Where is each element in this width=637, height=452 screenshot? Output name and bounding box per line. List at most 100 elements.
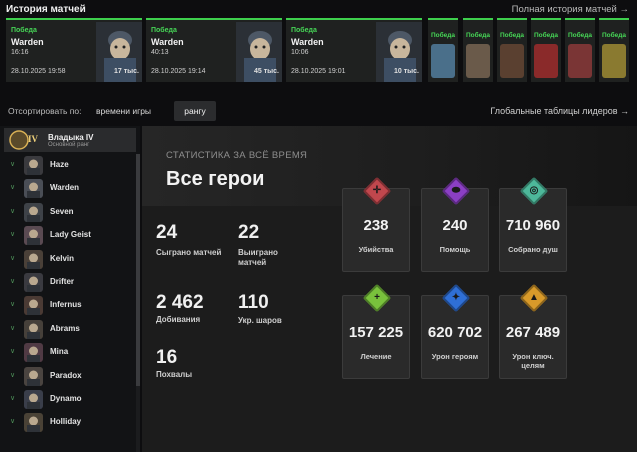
match-result: Победа [499,32,524,39]
chevron-down-icon[interactable]: ∨ [10,207,15,215]
hero-avatar [24,389,43,409]
stat-card-label: Собрано душ [508,245,558,254]
hero-avatar [24,156,43,175]
chevron-down-icon[interactable]: ∨ [10,394,15,402]
soul-icon: ◎ [529,185,539,196]
match-card[interactable]: Победа Warden 40:13 28.10.2025 19:14 45 … [146,18,282,82]
stat-label: Укр. шаров [238,316,282,325]
stat-card-label: Урон героям [431,352,479,361]
match-date: 28.10.2025 19:14 [151,68,206,75]
full-match-history-link[interactable]: Полная история матчей → [512,4,629,15]
chevron-down-icon[interactable]: ∨ [10,324,15,332]
match-card-small[interactable]: Победа [428,18,458,82]
hero-list: ∨ Haze ∨ Warden ∨ Seven ∨ Lady Geist ∨ Kelvin ∨ Dri… [0,154,140,435]
hero-list-item[interactable]: ∨ Abrams [0,318,140,341]
match-result: Победа [465,32,490,39]
hero-name: Dynamo [50,393,82,403]
stat-card-label: Урон ключ. целям [512,352,554,371]
match-duration: 40:13 [151,49,169,56]
hero-name: Seven [50,206,74,216]
hero-name: Paradox [50,370,82,380]
hero-list-item[interactable]: ∨ Warden [0,177,140,200]
global-leaderboards-link[interactable]: Глобальные таблицы лидеров → [490,106,629,116]
stat-card-value: 238 [363,217,389,234]
hero-avatar [24,296,43,316]
sort-by-rank-button[interactable]: рангу [174,101,216,121]
hero-avatar [24,226,43,246]
rank-name: Владыка IV [48,133,94,142]
match-result: Победа [430,32,455,39]
hero-list-scroll-thumb[interactable] [136,154,140,386]
crosshair-icon: ✛ [372,185,382,196]
sort-label: Отсортировать по: [8,106,82,116]
chevron-down-icon[interactable]: ∨ [10,277,15,285]
stat-card: +157 225 Лечение [342,283,410,379]
match-duration: 16:16 [11,49,29,56]
hero-name: Drifter [50,276,75,286]
hero-avatar [24,366,43,386]
chevron-down-icon[interactable]: ∨ [10,160,15,168]
stat-value: 22 [238,222,260,243]
hero-avatar [24,343,43,363]
sort-by-playtime-button[interactable]: времени игры [96,106,151,116]
stat-card-value: 157 225 [348,324,404,341]
match-card[interactable]: Победа Warden 10:06 28.10.2025 19:01 10 … [286,18,422,82]
handshake-icon: ⬬ [451,185,461,196]
hero-list-item[interactable]: ∨ Dynamo [0,388,140,411]
stat-card: ▲ 267 489 Урон ключ. целям [499,283,567,379]
match-date: 28.10.2025 19:58 [11,68,66,75]
match-card-small[interactable]: Победа [599,18,629,82]
chevron-down-icon[interactable]: ∨ [10,183,15,191]
stat-card-label: Убийства [358,245,394,254]
hero-name: Infernus [50,300,82,310]
match-souls: 10 тыс. [394,68,419,75]
match-result: Победа [291,27,317,34]
hero-list-item[interactable]: ∨ Lady Geist [0,224,140,247]
hero-portrait [534,44,558,78]
hero-list-item[interactable]: ∨ Paradox [0,365,140,388]
chevron-down-icon[interactable]: ∨ [10,300,15,308]
match-card-small[interactable]: Победа [531,18,561,82]
match-hero-name: Warden [151,37,184,47]
hero-name: Abrams [50,323,80,333]
stat-value: 16 [156,347,178,368]
chevron-down-icon[interactable]: ∨ [10,254,15,262]
hero-list-item[interactable]: ∨ Infernus [0,294,140,317]
stat-label: Похвалы [156,370,193,379]
rank-subtitle: Основной ранг [48,142,90,148]
hero-list-item[interactable]: ∨ Seven [0,201,140,224]
hero-list-item[interactable]: ∨ Kelvin [0,248,140,271]
hero-name: Lady Geist [50,230,91,240]
chevron-down-icon[interactable]: ∨ [10,417,15,425]
match-result: Победа [601,32,626,39]
match-card-small[interactable]: Победа [565,18,595,82]
stat-card-value: 240 [442,217,468,234]
match-card[interactable]: Победа Warden 16:16 28.10.2025 19:58 17 … [6,18,142,82]
stats-panel: СТАТИСТИКА ЗА ВСЁ ВРЕМЯ Все герои 24 Сыг… [142,126,637,452]
match-result: Победа [151,27,177,34]
hero-list-item[interactable]: ∨ Mina [0,341,140,364]
hero-avatar [24,413,43,433]
hero-name: Kelvin [50,253,75,263]
stats-title: Все герои [166,168,265,190]
chevron-down-icon[interactable]: ∨ [10,347,15,355]
plus-icon: + [374,292,380,303]
hero-list-item[interactable]: ∨ Holliday [0,411,140,434]
match-card-small[interactable]: Победа [463,18,493,82]
match-history-title: История матчей [6,4,86,15]
stat-value: 2 462 [156,292,204,313]
hero-portrait [568,44,592,78]
hero-list-item[interactable]: ∨ Drifter [0,271,140,294]
chevron-down-icon[interactable]: ∨ [10,230,15,238]
damage-icon: ✦ [451,292,461,303]
rank-summary[interactable]: IV Владыка IV Основной ранг [4,128,136,152]
hero-list-item[interactable]: ∨ Haze [0,154,140,177]
hero-sidebar: IV Владыка IV Основной ранг ∨ Haze ∨ Warden… [0,126,140,452]
sort-bar: Отсортировать по: времени игры рангу Гло… [0,100,637,122]
match-card-small[interactable]: Победа [497,18,527,82]
hero-portrait [431,44,455,78]
stat-card-value: 710 960 [505,217,561,234]
chevron-down-icon[interactable]: ∨ [10,371,15,379]
hero-avatar [24,202,43,222]
hero-avatar [24,179,43,199]
